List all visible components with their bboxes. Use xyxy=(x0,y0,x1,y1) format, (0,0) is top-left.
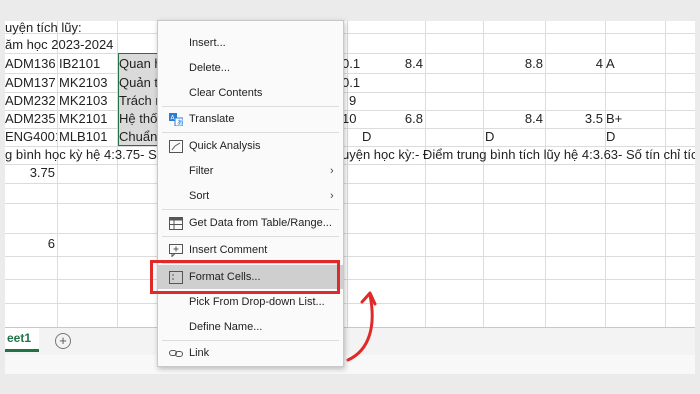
svg-text:あ: あ xyxy=(177,120,183,127)
grid-line xyxy=(425,21,426,327)
grid-line xyxy=(5,183,695,184)
cell[interactable]: ADM232 xyxy=(5,91,57,111)
cell[interactable]: 10 xyxy=(342,109,356,129)
menu-item-label: Sort xyxy=(189,190,210,202)
grid-line xyxy=(5,256,695,257)
cell[interactable]: A xyxy=(606,54,615,74)
grid-line xyxy=(5,233,695,234)
cell[interactable]: 0.1 xyxy=(342,54,360,74)
curved-arrow-annotation xyxy=(346,291,377,362)
menu-item-label: Delete... xyxy=(189,62,230,74)
cell[interactable]: g bình học kỳ hệ 4:3.75- Số xyxy=(5,145,164,165)
menu-item-define-name[interactable]: Define Name... xyxy=(158,315,343,339)
cell[interactable]: MK2101 xyxy=(59,109,117,129)
menu-item-filter[interactable]: Filter › xyxy=(158,159,343,183)
grid-line xyxy=(5,203,695,204)
cell[interactable]: 8.4 xyxy=(375,54,423,74)
menu-item-label: Insert... xyxy=(189,37,226,49)
menu-item-label: Translate xyxy=(189,113,235,125)
grid-line xyxy=(57,21,58,327)
menu-item-insert-comment[interactable]: Insert Comment xyxy=(158,238,343,262)
menu-item-sort[interactable]: Sort › xyxy=(158,184,343,208)
menu-item-translate[interactable]: A あ Translate xyxy=(158,107,343,131)
grid-line xyxy=(5,33,695,34)
cell[interactable]: 8.8 xyxy=(493,54,543,74)
table-icon xyxy=(169,217,183,230)
menu-item-insert[interactable]: Insert... xyxy=(158,31,343,55)
context-menu: Insert... Delete... Clear Contents A あ T… xyxy=(157,20,344,367)
cell[interactable]: 3.5 xyxy=(555,109,603,129)
menu-item-label: Quick Analysis xyxy=(189,140,261,152)
menu-item-clear-contents[interactable]: Clear Contents xyxy=(158,81,343,105)
cell[interactable]: 0.1 xyxy=(342,73,360,93)
cell[interactable]: 6.8 xyxy=(375,109,423,129)
menu-separator xyxy=(162,236,339,237)
menu-item-delete[interactable]: Delete... xyxy=(158,56,343,80)
highlight-annotation-box xyxy=(150,260,340,294)
grid-line xyxy=(483,21,484,327)
cell[interactable]: MK2103 xyxy=(59,73,117,93)
menu-item-label: Get Data from Table/Range... xyxy=(189,217,332,229)
cell[interactable]: 4 xyxy=(555,54,603,74)
cell[interactable]: ADM136 xyxy=(5,54,57,74)
menu-separator xyxy=(162,132,339,133)
cell[interactable]: 9 xyxy=(349,91,356,111)
chevron-right-icon: › xyxy=(330,190,334,202)
cell[interactable]: MK2103 xyxy=(59,91,117,111)
menu-item-link[interactable]: Link xyxy=(158,341,343,365)
menu-item-label: Link xyxy=(189,347,210,359)
menu-separator xyxy=(162,209,339,210)
cell[interactable]: MLB101 xyxy=(59,127,117,147)
menu-item-label: Insert Comment xyxy=(189,244,268,256)
menu-item-label: Define Name... xyxy=(189,321,263,333)
cell[interactable]: uyện học kỳ:- Điểm trung bình tích lũy h… xyxy=(342,145,695,165)
comment-icon xyxy=(169,244,183,257)
cell[interactable]: D xyxy=(606,127,615,147)
cell[interactable]: 3.75 xyxy=(5,163,55,183)
quick-analysis-icon xyxy=(169,140,183,153)
translate-icon: A あ xyxy=(169,113,183,126)
link-icon xyxy=(169,350,183,357)
cell[interactable]: IB2101 xyxy=(59,54,117,74)
menu-item-label: Clear Contents xyxy=(189,87,263,99)
cell[interactable]: D xyxy=(485,127,494,147)
menu-item-get-data[interactable]: Get Data from Table/Range... xyxy=(158,211,343,235)
add-sheet-button[interactable]: + xyxy=(55,333,71,349)
cell[interactable]: ENG4001 xyxy=(5,127,57,147)
grid-line xyxy=(5,279,695,280)
cell[interactable]: D xyxy=(362,127,371,147)
cell[interactable]: ADM235 xyxy=(5,109,57,129)
menu-item-label: Filter xyxy=(189,165,214,177)
menu-item-quick-analysis[interactable]: Quick Analysis xyxy=(158,134,343,158)
grid-line xyxy=(545,21,546,327)
cell[interactable]: 6 xyxy=(5,234,55,254)
chevron-right-icon: › xyxy=(330,165,334,177)
cell[interactable]: ADM137 xyxy=(5,73,57,93)
cell[interactable]: B+ xyxy=(606,109,622,129)
grid-line xyxy=(665,21,666,327)
cell[interactable]: 8.4 xyxy=(493,109,543,129)
sheet-tab-active[interactable]: eet1 xyxy=(5,328,39,352)
cell[interactable]: ăm học 2023-2024 xyxy=(5,35,113,55)
